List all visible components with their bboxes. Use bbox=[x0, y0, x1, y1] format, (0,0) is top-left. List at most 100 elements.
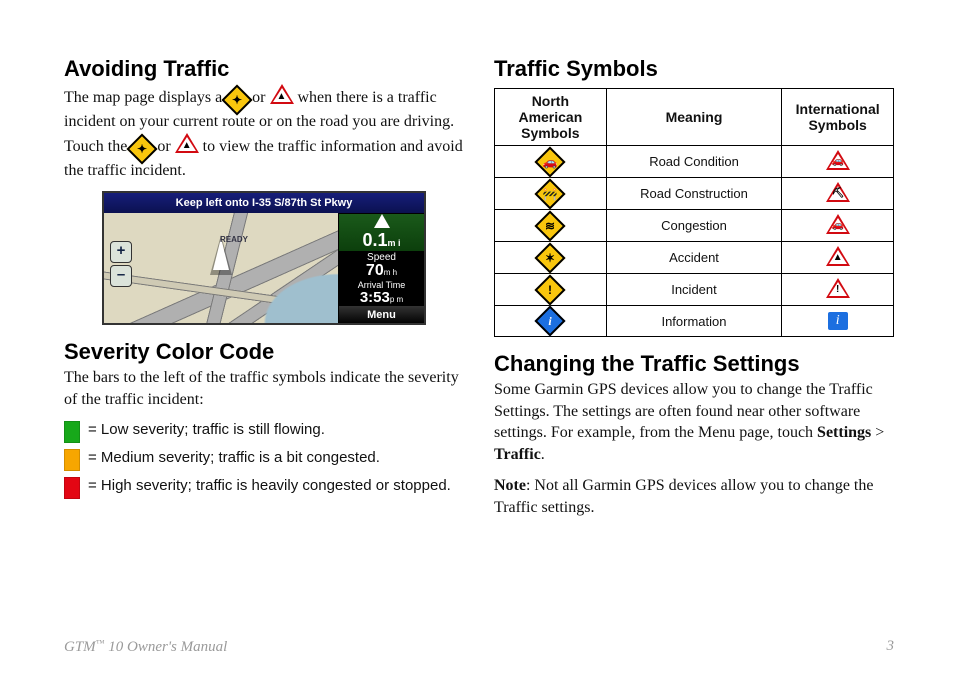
congestion-diamond-icon: ≋ bbox=[535, 210, 566, 241]
zoom-out-button[interactable]: – bbox=[110, 265, 132, 287]
na-symbol-cell: ! bbox=[495, 274, 607, 306]
note-text: : Not all Garmin GPS devices allow you t… bbox=[494, 477, 873, 516]
severity-item-low: = Low severity; traffic is still flowing… bbox=[64, 421, 464, 443]
distance-unit: m i bbox=[388, 238, 401, 248]
congestion-triangle-icon: 🚗 bbox=[826, 214, 850, 234]
table-row: ✶ Accident ▲ bbox=[495, 242, 894, 274]
construction-diamond-icon: 🚧 bbox=[535, 178, 566, 209]
incident-triangle-icon: ! bbox=[826, 278, 850, 298]
distance-value: 0.1 bbox=[362, 230, 387, 250]
accident-triangle-icon: ▲ bbox=[826, 246, 850, 266]
table-row: i Information i bbox=[495, 306, 894, 337]
severity-bar-yellow-icon bbox=[64, 449, 80, 471]
severity-text: = Low severity; traffic is still flowing… bbox=[88, 421, 325, 438]
zoom-in-button[interactable]: + bbox=[110, 241, 132, 263]
footer-page-number: 3 bbox=[887, 638, 895, 656]
table-row: 🚗 Road Condition 🚗 bbox=[495, 146, 894, 178]
construction-triangle-icon: ⛏ bbox=[826, 182, 850, 202]
table-row: ≋ Congestion 🚗 bbox=[495, 210, 894, 242]
na-symbol-cell: ✶ bbox=[495, 242, 607, 274]
diamond-yellow-icon: ✦ bbox=[131, 140, 153, 157]
triangle-red-icon: ▲ bbox=[175, 140, 199, 157]
road-condition-triangle-icon: 🚗 bbox=[826, 150, 850, 170]
intl-symbol-cell: 🚗 bbox=[782, 146, 894, 178]
arrival-value: 3:53 bbox=[360, 289, 390, 306]
diamond-yellow-icon: ✦ bbox=[226, 91, 248, 108]
intl-symbol-cell: i bbox=[782, 306, 894, 337]
speed-unit: m h bbox=[384, 268, 397, 277]
table-header-intl: International Symbols bbox=[782, 89, 894, 146]
incident-diamond-icon: ! bbox=[535, 274, 566, 305]
road-condition-diamond-icon: 🚗 bbox=[535, 146, 566, 177]
footer: GTM™ 10 Owner's Manual 3 bbox=[64, 638, 894, 656]
bold-settings: Settings bbox=[817, 424, 871, 441]
triangle-red-icon: ▲ bbox=[270, 91, 294, 108]
water-shape bbox=[218, 253, 338, 323]
paragraph-avoiding-traffic: The map page displays a ✦ or ▲ when ther… bbox=[64, 84, 464, 181]
table-header-meaning: Meaning bbox=[606, 89, 782, 146]
speed-tile[interactable]: Speed 70m h bbox=[338, 251, 424, 279]
footer-title: 10 Owner's Manual bbox=[105, 639, 228, 655]
severity-item-medium: = Medium severity; traffic is a bit cong… bbox=[64, 449, 464, 471]
trademark-icon: ™ bbox=[96, 638, 105, 648]
footer-product: GTM bbox=[64, 639, 96, 655]
intl-symbol-cell: 🚗 bbox=[782, 210, 894, 242]
text: or bbox=[157, 138, 174, 155]
severity-text: = Medium severity; traffic is a bit cong… bbox=[88, 449, 380, 466]
arrival-tile[interactable]: Arrival Time 3:53p m bbox=[338, 279, 424, 305]
map-side-panel: 0.1m i Speed 70m h Arrival Time 3:53p m … bbox=[338, 213, 424, 323]
map-screenshot: Keep left onto I-35 S/87th St Pkwy + – R… bbox=[102, 191, 426, 325]
text: or bbox=[252, 89, 269, 106]
heading-traffic-symbols: Traffic Symbols bbox=[494, 56, 894, 82]
info-diamond-icon: i bbox=[535, 305, 566, 336]
text: The map page displays a bbox=[64, 89, 226, 106]
severity-bar-red-icon bbox=[64, 477, 80, 499]
speed-value: 70 bbox=[366, 262, 384, 279]
table-header-na: North American Symbols bbox=[495, 89, 607, 146]
table-row: ! Incident ! bbox=[495, 274, 894, 306]
intl-symbol-cell: ! bbox=[782, 274, 894, 306]
arrival-unit: p m bbox=[390, 295, 403, 304]
map-banner: Keep left onto I-35 S/87th St Pkwy bbox=[104, 193, 424, 214]
distance-tile[interactable]: 0.1m i bbox=[338, 213, 424, 251]
bold-traffic: Traffic bbox=[494, 446, 541, 463]
gps-status-label: READY bbox=[220, 235, 248, 244]
na-symbol-cell: i bbox=[495, 306, 607, 337]
right-column: Traffic Symbols North American Symbols M… bbox=[494, 56, 894, 529]
menu-button[interactable]: Menu bbox=[338, 305, 424, 324]
meaning-cell: Information bbox=[606, 306, 782, 337]
note-label: Note bbox=[494, 477, 526, 494]
severity-text: = High severity; traffic is heavily cong… bbox=[88, 477, 451, 494]
text: . bbox=[541, 446, 545, 463]
na-symbol-cell: 🚗 bbox=[495, 146, 607, 178]
heading-severity: Severity Color Code bbox=[64, 339, 464, 365]
accident-diamond-icon: ✶ bbox=[535, 242, 566, 273]
heading-avoiding-traffic: Avoiding Traffic bbox=[64, 56, 464, 82]
page: Avoiding Traffic The map page displays a… bbox=[0, 0, 954, 569]
na-symbol-cell: 🚧 bbox=[495, 178, 607, 210]
meaning-cell: Road Condition bbox=[606, 146, 782, 178]
na-symbol-cell: ≋ bbox=[495, 210, 607, 242]
table-row: 🚧 Road Construction ⛏ bbox=[495, 178, 894, 210]
map-area: + – READY bbox=[104, 213, 338, 323]
intl-symbol-cell: ▲ bbox=[782, 242, 894, 274]
meaning-cell: Accident bbox=[606, 242, 782, 274]
severity-item-high: = High severity; traffic is heavily cong… bbox=[64, 477, 464, 499]
text: Some Garmin GPS devices allow you to cha… bbox=[494, 381, 873, 441]
heading-changing-settings: Changing the Traffic Settings bbox=[494, 351, 894, 377]
paragraph-note: Note: Not all Garmin GPS devices allow y… bbox=[494, 475, 894, 518]
footer-left: GTM™ 10 Owner's Manual bbox=[64, 638, 227, 656]
meaning-cell: Incident bbox=[606, 274, 782, 306]
left-column: Avoiding Traffic The map page displays a… bbox=[64, 56, 464, 529]
intl-symbol-cell: ⛏ bbox=[782, 178, 894, 210]
severity-list: = Low severity; traffic is still flowing… bbox=[64, 421, 464, 499]
info-square-icon: i bbox=[828, 312, 848, 330]
turn-arrow-icon bbox=[374, 214, 390, 228]
paragraph-severity: The bars to the left of the traffic symb… bbox=[64, 367, 464, 410]
traffic-symbols-table: North American Symbols Meaning Internati… bbox=[494, 88, 894, 337]
severity-bar-green-icon bbox=[64, 421, 80, 443]
text: > bbox=[875, 424, 884, 441]
meaning-cell: Road Construction bbox=[606, 178, 782, 210]
paragraph-changing-settings: Some Garmin GPS devices allow you to cha… bbox=[494, 379, 894, 465]
meaning-cell: Congestion bbox=[606, 210, 782, 242]
